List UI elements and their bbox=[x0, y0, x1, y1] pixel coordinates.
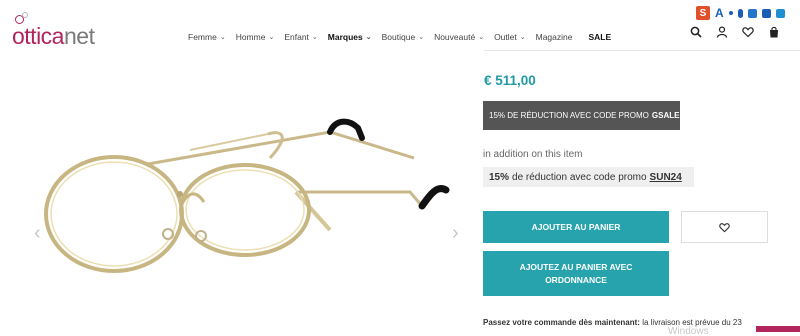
nav-item-label: Boutique bbox=[381, 32, 416, 42]
nav-item-label: Marques bbox=[327, 32, 363, 42]
heart-icon bbox=[719, 222, 730, 232]
add-to-cart-button[interactable]: AJOUTER AU PANIER bbox=[483, 211, 669, 243]
logo-gray-text: net bbox=[63, 23, 95, 49]
promo-dark-text: 15% DE RÉDUCTION AVEC CODE PROMO bbox=[489, 111, 649, 120]
product-price: € 511,00 bbox=[484, 73, 536, 88]
extension-s-icon[interactable]: S bbox=[696, 6, 710, 20]
user-icon[interactable] bbox=[716, 26, 728, 38]
product-image bbox=[44, 118, 450, 273]
nav-item-label: Nouveauté bbox=[434, 32, 476, 42]
chevron-down-icon: ⌄ bbox=[478, 34, 485, 41]
chevron-down-icon: ⌄ bbox=[418, 34, 425, 41]
main-nav: Femme ⌄ Homme ⌄ Enfant ⌄ Marques ⌄ Boutique ⌄ Nouv… bbox=[188, 32, 621, 42]
chevron-down-icon: ⌄ bbox=[365, 34, 372, 41]
windows-watermark: Windows bbox=[668, 326, 709, 336]
promo-light-text: de réduction avec code promo bbox=[512, 171, 647, 183]
search-icon[interactable] bbox=[690, 26, 702, 38]
browser-extension-bar: S A bbox=[696, 6, 785, 20]
delivery-bold-text: Passez votre commande dès maintenant: bbox=[483, 318, 640, 327]
nav-item-enfant[interactable]: Enfant ⌄ bbox=[284, 32, 317, 42]
logo-colored-text: ottica bbox=[12, 12, 64, 48]
addition-note: in addition on this item bbox=[483, 149, 583, 160]
header-icons bbox=[690, 26, 780, 38]
shirt-icon[interactable] bbox=[761, 8, 771, 18]
nav-item-label: Femme bbox=[188, 32, 217, 42]
nav-item-label: Homme bbox=[235, 32, 266, 42]
brand-accent-bar bbox=[756, 326, 800, 332]
nav-item-magazine[interactable]: Magazine bbox=[536, 32, 573, 42]
nav-item-homme[interactable]: Homme ⌄ bbox=[236, 32, 275, 42]
add-with-prescription-button[interactable]: AJOUTEZ AU PANIER AVEC ORDONNANCE bbox=[483, 251, 669, 296]
promo-banner-sun24: 15% de réduction avec code promo SUN24 bbox=[483, 167, 694, 187]
site-logo[interactable]: ottica net bbox=[12, 12, 95, 49]
promo-light-percent: 15% bbox=[489, 171, 510, 183]
header-divider bbox=[484, 50, 800, 51]
heart-icon[interactable] bbox=[742, 26, 754, 38]
nav-item-outlet[interactable]: Outlet ⌄ bbox=[494, 32, 526, 42]
keyboard-icon[interactable] bbox=[747, 8, 757, 18]
chevron-down-icon: ⌄ bbox=[219, 34, 226, 41]
nav-item-label: Enfant bbox=[284, 32, 309, 42]
nav-item-label: Magazine bbox=[535, 32, 573, 42]
promo-dark-code: GSALE bbox=[651, 111, 680, 120]
nav-item-label: SALE bbox=[588, 32, 612, 42]
nav-item-sale[interactable]: SALE bbox=[588, 32, 611, 42]
mic-icon[interactable] bbox=[737, 8, 743, 18]
nav-item-boutique[interactable]: Boutique ⌄ bbox=[382, 32, 424, 42]
grid-icon[interactable] bbox=[775, 8, 785, 18]
nav-item-label: Outlet bbox=[494, 32, 517, 42]
nav-item-femme[interactable]: Femme ⌄ bbox=[188, 32, 226, 42]
nav-item-nouveaut-[interactable]: Nouveauté ⌄ bbox=[434, 32, 484, 42]
logo-small-ring-icon bbox=[22, 12, 28, 18]
nav-item-marques[interactable]: Marques ⌄ bbox=[328, 32, 372, 42]
wishlist-button[interactable] bbox=[681, 211, 768, 243]
extension-a-icon[interactable]: A bbox=[715, 6, 724, 20]
bag-icon[interactable] bbox=[768, 26, 780, 38]
promo-light-code[interactable]: SUN24 bbox=[650, 172, 682, 183]
dot-icon[interactable] bbox=[728, 11, 733, 15]
promo-banner-gsale: 15% DE RÉDUCTION AVEC CODE PROMO GSALE bbox=[483, 101, 680, 130]
chevron-down-icon: ⌄ bbox=[268, 34, 275, 41]
chevron-down-icon: ⌄ bbox=[519, 34, 526, 41]
chevron-down-icon: ⌄ bbox=[311, 34, 318, 41]
